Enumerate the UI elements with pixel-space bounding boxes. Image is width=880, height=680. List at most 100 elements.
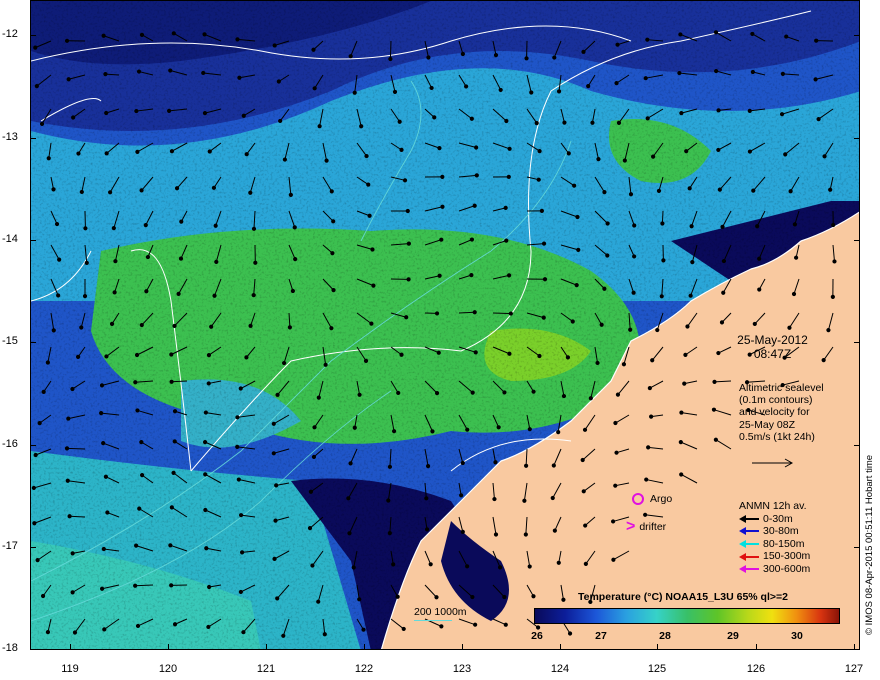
current-arrow-head [574,283,579,288]
current-arrow-head [134,108,139,114]
current-arrow-head [66,416,71,421]
current-arrow-head [755,224,760,229]
current-arrow-head [70,590,75,595]
current-arrow-head [348,54,353,59]
current-arrow-head [717,187,722,192]
current-arrow-head [537,353,542,359]
isobath-line-icon [414,620,452,621]
current-arrow-head [202,440,208,445]
current-arrow-head [628,192,634,197]
y-tick-mark [854,138,860,139]
current-arrow-head [757,256,762,261]
current-arrow-head [504,238,509,243]
current-arrow-head [660,221,665,226]
current-arrow-head [683,352,688,357]
current-arrow-head [570,319,575,324]
current-arrow-head [84,260,89,266]
current-arrow-head [203,507,208,513]
current-arrow-head [135,623,141,629]
current-arrow-head [367,213,372,218]
satellite-sst-map[interactable] [30,0,860,650]
current-arrow-head [369,321,374,326]
current-arrow-head [324,158,329,163]
current-arrow-head [474,173,479,178]
current-arrow-head [235,37,240,42]
current-arrow-head [169,379,174,384]
current-arrow-head [534,120,539,126]
current-arrow-head [470,594,475,600]
current-arrow-head [576,247,581,252]
current-arrow-head [508,311,513,316]
current-arrow-head [207,149,212,154]
current-arrow-head [212,293,217,298]
current-arrow-head [214,259,219,264]
current-arrow-head [174,186,180,191]
current-arrow-head [650,358,655,363]
current-arrow-head [101,33,106,38]
current-arrow-head [278,118,283,124]
current-arrow-head [779,112,785,117]
current-arrow-head [317,124,322,129]
current-arrow-head [522,498,527,503]
current-arrow-head [351,565,356,570]
current-arrow-head [434,391,440,396]
current-arrow-head [551,463,556,468]
x-tick-mark [560,644,561,650]
current-arrow-head [275,596,280,601]
current-arrow-head [720,224,725,229]
current-arrow-head [79,325,84,330]
drifter-legend: > drifter [626,518,666,536]
current-arrow-head [688,293,693,298]
current-arrow-head [434,595,439,600]
x-tick-label: 122 [354,663,374,675]
current-arrow-head [395,594,400,599]
current-arrow-head [386,498,391,503]
current-arrow-head [460,51,465,57]
current-arrow-head [757,287,762,292]
current-arrow-head [721,290,726,295]
current-arrow-head [470,390,475,395]
y-tick-label: -14 [2,233,18,245]
current-arrow-head [46,156,51,161]
current-arrow-head [583,561,588,566]
x-tick-label: 125 [647,663,667,675]
current-arrow-head [645,37,650,42]
current-arrow-head [399,147,404,152]
anmn-row: 300-600m [739,563,810,576]
depth-legend: 200 1000m [414,606,467,618]
colorbar-tick-label: 26 [531,630,543,642]
current-arrow-head [567,631,573,636]
current-arrow-head [615,392,621,397]
current-arrow-head [51,187,56,192]
current-arrow-head [552,55,557,60]
current-arrow-head [273,518,278,523]
current-arrow-head [429,85,434,91]
y-tick-mark [30,138,36,139]
current-arrow-head [430,429,435,434]
current-arrow-head [628,327,633,332]
current-arrow-head [248,190,253,195]
current-arrow-head [139,188,144,193]
time-label: 08:47Z [753,347,792,361]
current-arrow-head [288,192,293,197]
current-arrow-head [213,223,218,228]
current-arrow-head [144,289,149,294]
current-arrow-head [37,421,42,426]
current-arrow-head [434,311,440,316]
current-arrow-head [424,527,430,532]
current-arrow-head [644,477,649,482]
current-arrow-head [79,189,84,195]
current-arrow-head [113,259,118,264]
anmn-row: 80-150m [739,538,810,551]
current-arrow-head [207,584,212,590]
current-arrow-head [99,411,104,416]
current-arrow-head [536,625,541,630]
current-arrow-head [440,204,445,209]
current-arrow-head [622,158,627,163]
current-arrow-head [397,119,402,124]
current-arrow-head [209,324,214,329]
current-arrow-head [238,513,244,518]
current-arrow-head [39,121,45,127]
current-arrow-head [493,460,498,465]
current-arrow-head [527,427,532,432]
